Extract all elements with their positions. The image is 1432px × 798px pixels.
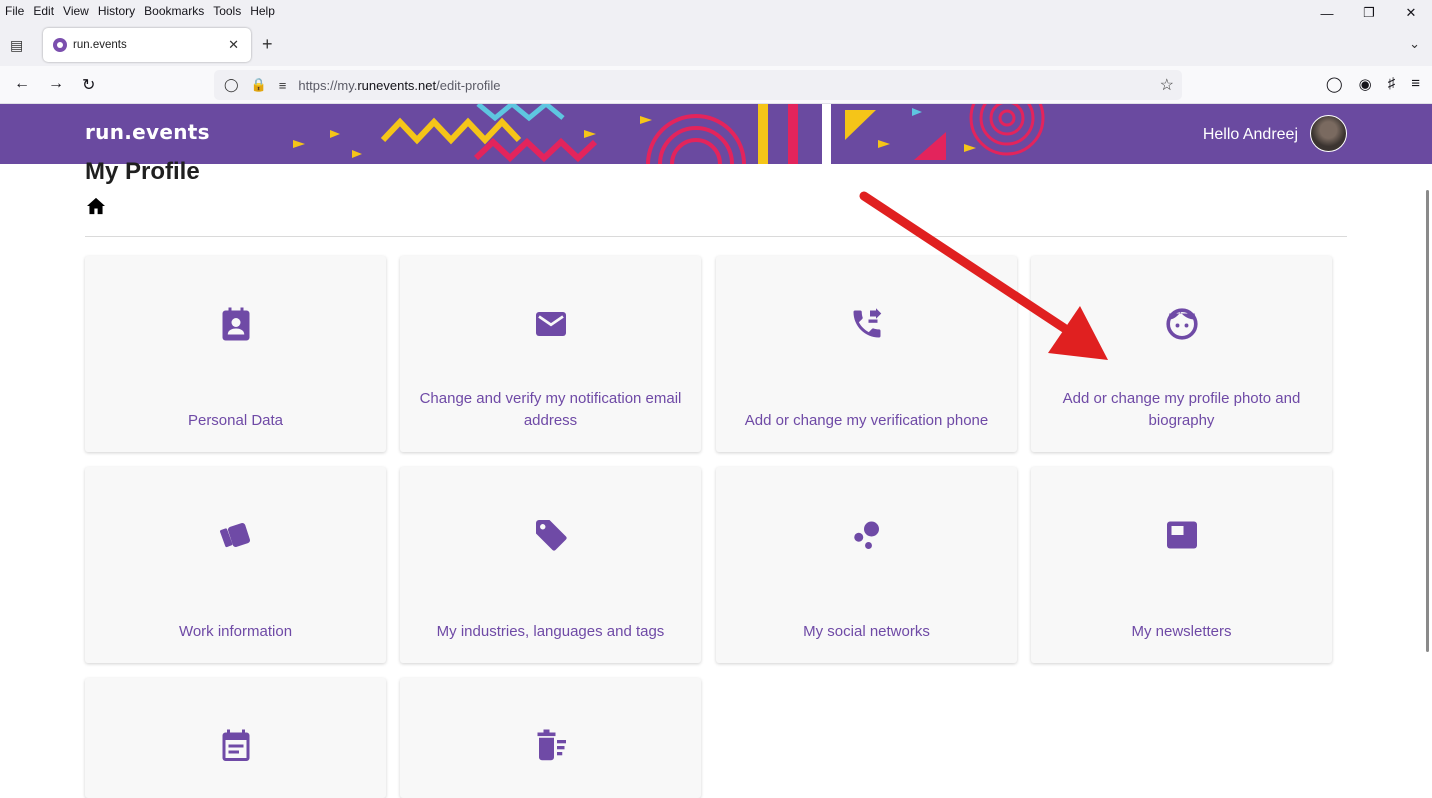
card-label: Personal Data (187, 412, 284, 429)
menu-tools[interactable]: Tools (213, 4, 241, 18)
swatches-icon (220, 523, 251, 548)
card-work-information[interactable]: Work information (85, 467, 386, 663)
card-verification-phone[interactable]: Add or change my verification phone (716, 256, 1017, 452)
menu-file[interactable]: File (5, 4, 24, 18)
card-social-networks[interactable]: My social networks (716, 467, 1017, 663)
user-greeting[interactable]: Hello Andreej (1203, 126, 1298, 144)
phone-forward-icon (853, 308, 882, 338)
close-tab-icon[interactable]: ✕ (228, 37, 239, 53)
face-icon (1166, 308, 1198, 340)
url-bar[interactable]: ◯ 🔒 ≡ https://my. runevents.net/edit-prof… (214, 70, 1182, 100)
chevron-down-icon[interactable]: ⌄ (1409, 36, 1420, 52)
card-delete-account[interactable] (400, 678, 701, 798)
app-menu-icon[interactable]: ≡ (1411, 75, 1420, 93)
favicon-icon (53, 38, 67, 52)
pocket-icon[interactable]: ◯ (1326, 75, 1343, 93)
tab-list-icon[interactable]: ▤ (10, 37, 23, 54)
bubbles-icon (854, 521, 879, 549)
site-header: run.events Hello Andreej (0, 104, 1432, 164)
back-icon[interactable]: ← (14, 75, 30, 93)
url-domain: runevents.net (357, 77, 437, 93)
contact-card-icon (222, 307, 250, 341)
reload-icon[interactable]: ↻ (82, 75, 95, 95)
home-icon[interactable] (86, 197, 106, 215)
account-icon[interactable]: ◉ (1359, 75, 1372, 93)
forward-icon[interactable]: → (48, 75, 64, 93)
menu-help[interactable]: Help (250, 4, 275, 18)
card-label: Work information (178, 623, 293, 640)
page-title: My Profile (85, 158, 200, 185)
card-label: My social networks (803, 623, 930, 640)
tab-run-events[interactable]: run.events ✕ (43, 28, 251, 62)
lock-icon[interactable]: 🔒 (251, 77, 267, 93)
card-profile-photo[interactable]: Add or change my profile photo and biogr… (1031, 256, 1332, 452)
scrollbar[interactable] (1426, 190, 1429, 652)
card-label: My newsletters (1131, 623, 1232, 640)
menu-bar: File Edit View History Bookmarks Tools H… (0, 0, 1432, 22)
menu-view[interactable]: View (63, 4, 89, 18)
extensions-icon[interactable]: ♯ (1388, 75, 1396, 93)
nav-bar: ← → ↻ ◯ 🔒 ≡ https://my. runevents.net/edi… (0, 66, 1432, 104)
card-events[interactable] (85, 678, 386, 798)
featured-video-icon (1167, 521, 1197, 549)
bookmark-star-icon[interactable]: ☆ (1160, 75, 1174, 95)
card-notification-email[interactable]: Change and verify my notification email … (400, 256, 701, 452)
shield-icon[interactable]: ◯ (224, 77, 239, 93)
menu-bookmarks[interactable]: Bookmarks (144, 4, 204, 18)
card-newsletters[interactable]: My newsletters (1031, 467, 1332, 663)
permissions-icon[interactable]: ≡ (279, 78, 287, 93)
menu-edit[interactable]: Edit (33, 4, 54, 18)
mail-icon (536, 312, 566, 336)
card-personal-data[interactable]: Personal Data (85, 256, 386, 452)
tag-icon (536, 520, 567, 551)
tab-bar: ▤ run.events ✕ + ⌄ (0, 22, 1432, 66)
new-tab-icon[interactable]: + (262, 34, 273, 55)
card-label: Change and verify my notification email … (419, 390, 682, 429)
card-industries-tags[interactable]: My industries, languages and tags (400, 467, 701, 663)
menu-history[interactable]: History (98, 4, 135, 18)
delete-sweep-icon (537, 729, 566, 761)
toolbar-right: ◯ ◉ ♯ ≡ (1326, 75, 1420, 93)
card-label: My industries, languages and tags (436, 623, 665, 640)
avatar[interactable] (1310, 115, 1347, 152)
site-logo[interactable]: run.events (85, 120, 210, 144)
divider (85, 236, 1347, 237)
url-path: /edit-profile (436, 77, 501, 93)
tab-title: run.events (73, 39, 127, 51)
url-prefix: https://my. (298, 77, 358, 93)
event-note-icon (222, 729, 250, 761)
card-label: Add or change my profile photo and biogr… (1062, 390, 1301, 429)
card-label: Add or change my verification phone (744, 412, 989, 429)
